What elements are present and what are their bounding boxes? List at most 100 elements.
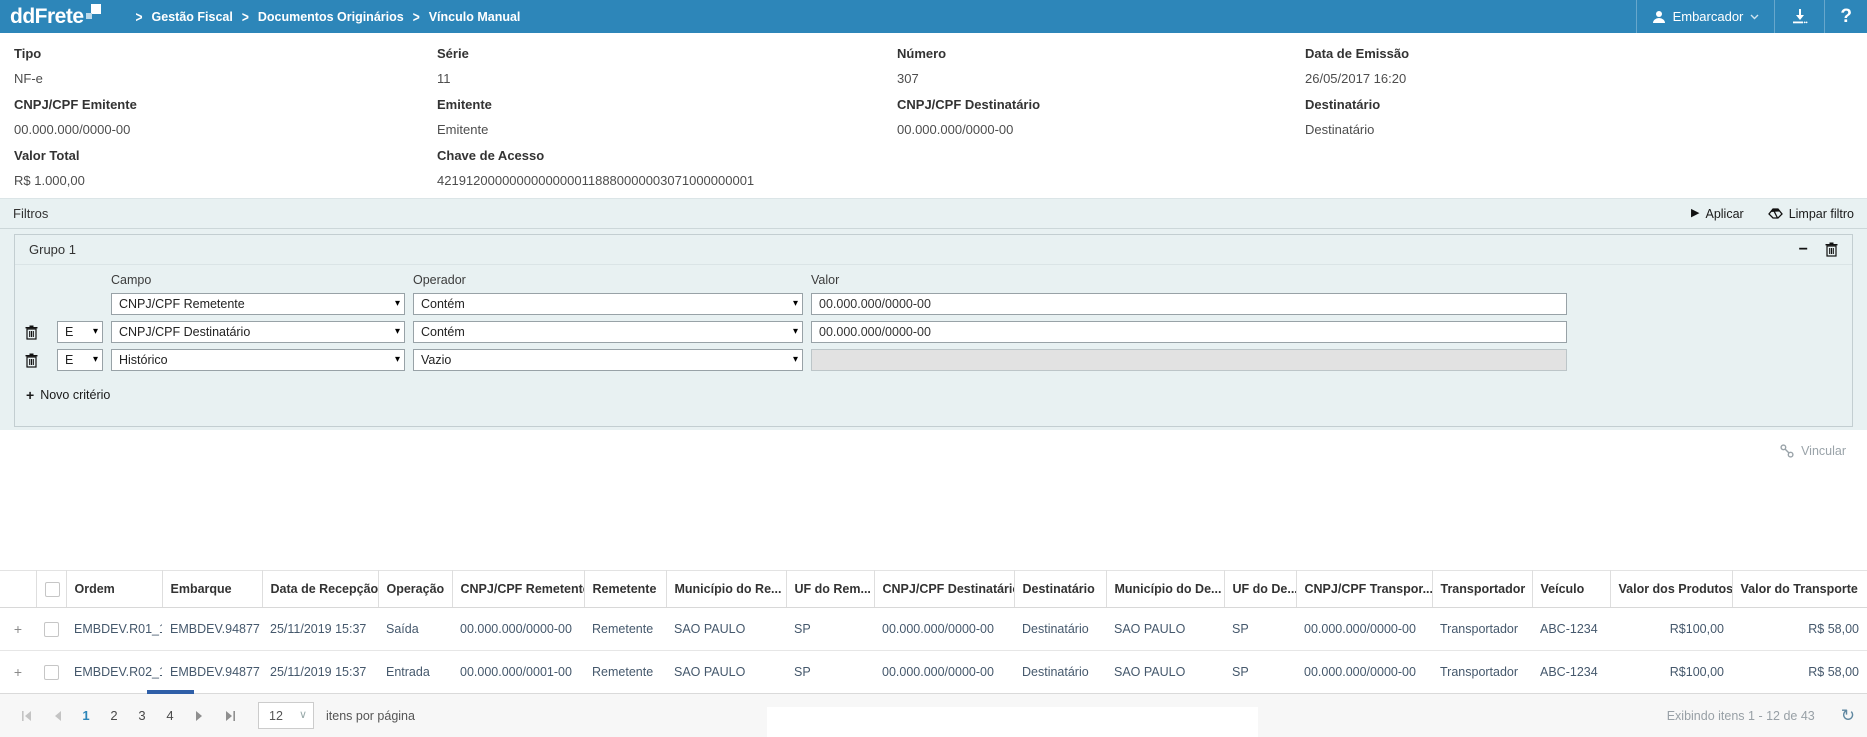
pager-page-2[interactable]: 2 (100, 701, 128, 731)
select-caret-icon: ▾ (395, 298, 400, 309)
field-value: 11 (437, 71, 897, 86)
pager-page-3[interactable]: 3 (128, 701, 156, 731)
chevron-down-icon (1750, 14, 1759, 20)
plus-icon: + (26, 388, 34, 402)
field-label: Data de Emissão (1305, 46, 1853, 61)
logic-operator-select[interactable]: E ▾ (57, 321, 103, 343)
pager-previous-button[interactable] (42, 701, 72, 731)
row-checkbox[interactable] (44, 665, 59, 680)
cell-valor-produtos: R$100,00 (1610, 651, 1732, 694)
cell-operacao: Saída (378, 608, 452, 651)
value-input[interactable] (811, 293, 1567, 315)
operator-select[interactable]: Vazio ▾ (413, 349, 803, 371)
help-button[interactable]: ? (1824, 0, 1867, 33)
select-all-column-header (36, 571, 66, 608)
expand-row-icon[interactable]: + (0, 651, 36, 694)
cell-destinatario: Destinatário (1014, 608, 1106, 651)
app-logo-text: ddFrete (10, 4, 84, 30)
field-select[interactable]: CNPJ/CPF Remetente ▾ (111, 293, 405, 315)
refresh-icon[interactable]: ↻ (1841, 707, 1855, 724)
delete-group-icon[interactable] (1825, 242, 1838, 257)
cell-uf-de: SP (1224, 608, 1296, 651)
cell-cnpj-destinatario: 00.000.000/0000-00 (874, 651, 1014, 694)
column-header-campo: Campo (111, 273, 405, 287)
operator-select[interactable]: Contém ▾ (413, 321, 803, 343)
value-input-disabled (811, 349, 1567, 371)
expand-row-icon[interactable]: + (0, 608, 36, 651)
download-button[interactable] (1774, 0, 1824, 33)
field-label: CNPJ/CPF Emitente (14, 97, 437, 112)
cell-valor-transporte: R$ 58,00 (1732, 608, 1867, 651)
column-header-cnpj-remetente: CNPJ/CPF Remetente (452, 571, 584, 608)
pager-next-button[interactable] (184, 701, 214, 731)
row-checkbox[interactable] (44, 622, 59, 637)
cell-cnpj-remetente: 00.000.000/0000-00 (452, 608, 584, 651)
column-header-data-recepcao: Data de Recepção (262, 571, 378, 608)
column-header-cnpj-destinatario: CNPJ/CPF Destinatário (874, 571, 1014, 608)
column-header-valor-produtos: Valor dos Produtos (1610, 571, 1732, 608)
cell-municipio-de: SAO PAULO (1106, 651, 1224, 694)
breadcrumb-item-vinculo-manual[interactable]: Vínculo Manual (429, 10, 521, 24)
column-header-cnpj-transportador: CNPJ/CPF Transpor... (1296, 571, 1432, 608)
field-value: 26/05/2017 16:20 (1305, 71, 1853, 86)
apply-filter-label: Aplicar (1705, 207, 1743, 221)
column-header-veiculo: Veículo (1532, 571, 1610, 608)
column-header-municipio-de: Município do De... (1106, 571, 1224, 608)
column-header-transportador: Transportador (1432, 571, 1532, 608)
field-label: Número (897, 46, 1305, 61)
operator-select-value: Contém (421, 325, 465, 339)
cell-cnpj-destinatario: 00.000.000/0000-00 (874, 608, 1014, 651)
breadcrumb-item-gestao-fiscal[interactable]: Gestão Fiscal (152, 10, 233, 24)
play-icon: ▶ (1691, 208, 1699, 219)
user-menu-label: Embarcador (1673, 9, 1744, 24)
expand-column-header (0, 571, 36, 608)
logic-operator-select[interactable]: E ▾ (57, 349, 103, 371)
new-criterion-button[interactable]: + Novo critério (26, 388, 1842, 402)
page-size-select[interactable]: 12 ∨ (258, 702, 314, 729)
cell-valor-transporte: R$ 58,00 (1732, 651, 1867, 694)
operator-select-value: Vazio (421, 353, 451, 367)
field-select[interactable]: Histórico ▾ (111, 349, 405, 371)
cell-veiculo: ABC-1234 (1532, 608, 1610, 651)
filter-criterion-row: CNPJ/CPF Remetente ▾ Contém ▾ (25, 293, 1842, 315)
pager-page-4[interactable]: 4 (156, 701, 184, 731)
delete-criterion-icon[interactable] (25, 325, 49, 340)
field-valor-total: Valor Total R$ 1.000,00 (14, 148, 437, 199)
cell-municipio-de: SAO PAULO (1106, 608, 1224, 651)
footer-overlay (767, 707, 1258, 737)
horizontal-scrollbar-thumb[interactable] (147, 690, 194, 694)
table-row[interactable]: + EMBDEV.R02_13 EMBDEV.94877 25/11/2019 … (0, 651, 1867, 694)
column-header-operador: Operador (413, 273, 803, 287)
select-caret-icon: ▾ (93, 354, 98, 365)
apply-filter-button[interactable]: ▶ Aplicar (1691, 207, 1744, 221)
pager-page-1[interactable]: 1 (72, 701, 100, 731)
pager-last-button[interactable] (214, 701, 244, 731)
pager-first-button[interactable] (12, 701, 42, 731)
cell-embarque: EMBDEV.94877 (162, 651, 262, 694)
operator-select[interactable]: Contém ▾ (413, 293, 803, 315)
page-size-value: 12 (269, 709, 283, 723)
field-select[interactable]: CNPJ/CPF Destinatário ▾ (111, 321, 405, 343)
user-menu[interactable]: Embarcador (1636, 0, 1775, 33)
app-logo[interactable]: ddFrete (10, 4, 101, 30)
field-label: Série (437, 46, 897, 61)
breadcrumb-separator-icon: > (136, 8, 143, 25)
vincular-button[interactable]: Vincular (1780, 444, 1846, 458)
clear-filter-button[interactable]: Limpar filtro (1768, 207, 1854, 221)
field-emitente: Emitente Emitente (437, 97, 897, 148)
delete-criterion-icon[interactable] (25, 353, 49, 368)
field-select-value: CNPJ/CPF Destinatário (119, 325, 250, 339)
value-input[interactable] (811, 321, 1567, 343)
breadcrumb-item-documentos-originarios[interactable]: Documentos Originários (258, 10, 404, 24)
column-header-ordem: Ordem (66, 571, 162, 608)
cell-valor-produtos: R$100,00 (1610, 608, 1732, 651)
collapse-group-icon[interactable]: − (1799, 242, 1808, 258)
cell-transportador: Transportador (1432, 651, 1532, 694)
select-caret-icon: ▾ (395, 354, 400, 365)
app-logo-icon (86, 4, 101, 22)
select-all-checkbox[interactable] (45, 582, 60, 597)
field-value: 307 (897, 71, 1305, 86)
eraser-icon (1768, 208, 1783, 219)
cell-embarque: EMBDEV.94877 (162, 608, 262, 651)
table-row[interactable]: + EMBDEV.R01_13 EMBDEV.94877 25/11/2019 … (0, 608, 1867, 651)
